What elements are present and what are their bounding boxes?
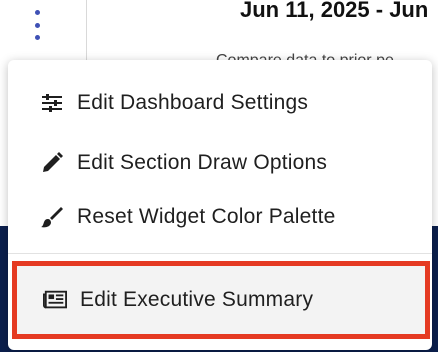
menu-divider [8,253,432,254]
options-menu: Edit Dashboard Settings Edit Section Dra… [8,60,432,350]
date-range-title: Jun 11, 2025 - Jun [240,0,429,22]
newspaper-icon [43,288,67,312]
menu-item-edit-dashboard-settings[interactable]: Edit Dashboard Settings [8,79,432,127]
kebab-dot [34,10,40,15]
more-options-icon[interactable] [27,10,47,40]
kebab-dot [34,35,40,40]
sidebar-divider [86,0,87,60]
pencil-icon [40,151,64,175]
menu-item-reset-widget-color-palette[interactable]: Reset Widget Color Palette [8,193,432,241]
kebab-dot [34,22,40,28]
menu-item-edit-section-draw-options[interactable]: Edit Section Draw Options [8,139,432,187]
menu-item-edit-executive-summary[interactable]: Edit Executive Summary [12,261,430,339]
sliders-icon [40,91,64,115]
paintbrush-icon [40,205,64,229]
menu-item-label: Edit Dashboard Settings [77,91,309,114]
menu-item-label: Reset Widget Color Palette [77,205,336,228]
menu-item-label: Edit Executive Summary [80,288,314,311]
menu-item-label: Edit Section Draw Options [77,151,328,174]
